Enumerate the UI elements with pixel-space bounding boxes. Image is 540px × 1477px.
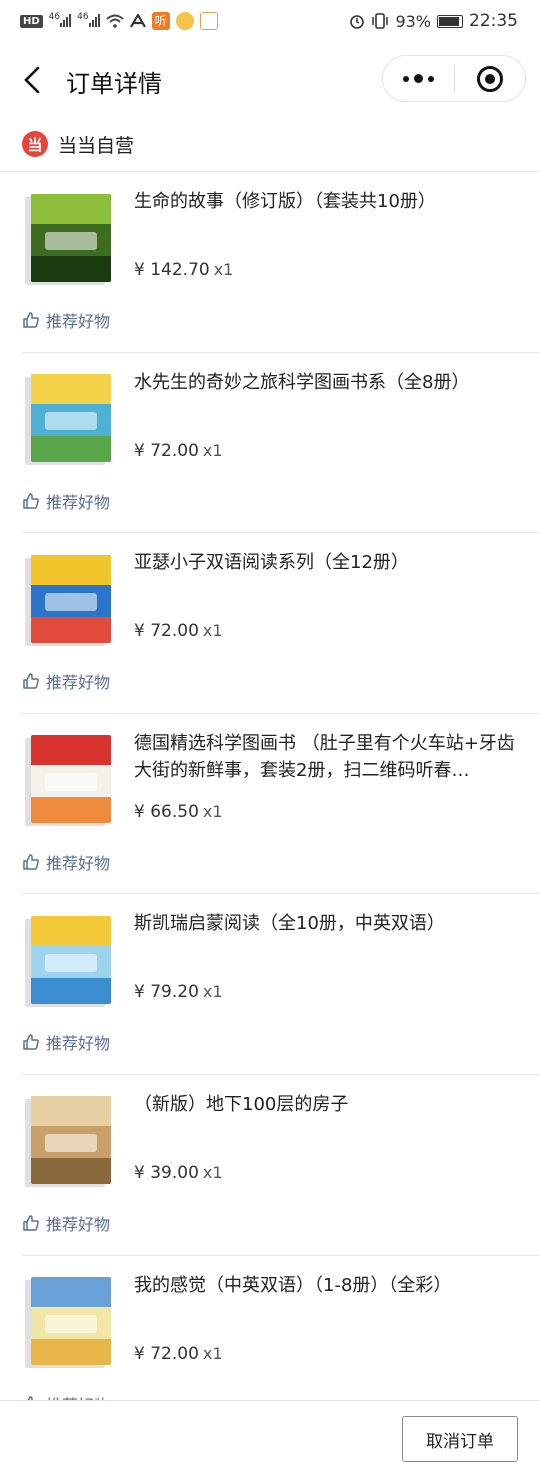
- recommend-button[interactable]: 推荐好物: [22, 669, 110, 693]
- book-cover-image[interactable]: [22, 912, 120, 1007]
- product-list: 生命的故事（修订版）（套装共10册） ¥ 142.70 x1 推荐好物 水先生的奇…: [0, 172, 540, 1400]
- product-quantity: x1: [202, 1162, 223, 1182]
- more-dots-icon: [402, 74, 434, 83]
- shop-name: 当当自营: [58, 134, 135, 157]
- price-row: ¥ 142.70 x1: [134, 260, 233, 280]
- more-button[interactable]: [383, 56, 454, 101]
- alarm-icon: [350, 15, 365, 29]
- recommend-button[interactable]: 推荐好物: [22, 308, 110, 332]
- hd-indicator: HD: [20, 14, 43, 28]
- app-notify-icon: [199, 12, 218, 30]
- status-right: 93% 22:35: [349, 11, 518, 31]
- book-cover-image[interactable]: [22, 371, 120, 466]
- cancel-order-button[interactable]: 取消订单: [402, 1416, 518, 1462]
- product-price: ¥ 142.70: [134, 260, 210, 280]
- price-row: ¥ 66.50 x1: [134, 802, 223, 822]
- product-title[interactable]: 斯凯瑞启蒙阅读（全10册，中英双语）: [134, 910, 524, 937]
- product-title[interactable]: 我的感觉（中英双语）（1-8册）（全彩）: [134, 1272, 524, 1299]
- back-arrow-icon[interactable]: [22, 66, 44, 94]
- nav-bar: 订单详情: [0, 42, 540, 116]
- clock: 22:35: [469, 11, 518, 31]
- product-price: ¥ 72.00: [134, 1343, 199, 1364]
- recommend-label: 推荐好物: [46, 673, 111, 693]
- product-quantity: x1: [202, 1343, 223, 1363]
- book-cover-image[interactable]: [22, 732, 120, 827]
- product-item[interactable]: （新版）地下100层的房子 ¥ 39.00 x1 推荐好物: [22, 1075, 540, 1256]
- app-a-icon: [129, 14, 146, 28]
- page-title: 订单详情: [66, 70, 162, 98]
- price-row: ¥ 39.00 x1: [134, 1163, 223, 1183]
- product-quantity: x1: [202, 801, 223, 821]
- product-price: ¥ 72.00: [134, 621, 199, 642]
- vibrate-icon: [372, 13, 389, 29]
- dangdang-logo-icon: 当: [22, 131, 48, 157]
- app-weather-icon: [175, 12, 194, 30]
- shop-header[interactable]: 当 当当自营: [22, 126, 134, 162]
- product-price: ¥ 72.00: [134, 440, 199, 461]
- recommend-button[interactable]: 推荐好物: [22, 1211, 110, 1235]
- recommend-label: 推荐好物: [46, 1214, 111, 1234]
- price-row: ¥ 79.20 x1: [134, 982, 223, 1002]
- thumbs-up-icon: [23, 1215, 39, 1231]
- product-price: ¥ 39.00: [134, 1162, 199, 1183]
- product-title[interactable]: 生命的故事（修订版）（套装共10册）: [134, 188, 524, 215]
- recommend-label: 推荐好物: [46, 312, 111, 331]
- price-row: ¥ 72.00 x1: [134, 621, 223, 641]
- signal-icon: 46: [49, 12, 72, 31]
- thumbs-up-icon: [23, 1034, 39, 1051]
- recommend-button[interactable]: 推荐好物: [22, 850, 110, 874]
- product-quantity: x1: [202, 440, 223, 460]
- signal-icon: 46: [77, 12, 100, 31]
- battery-percent: 93%: [395, 11, 431, 31]
- product-item[interactable]: 生命的故事（修订版）（套装共10册） ¥ 142.70 x1 推荐好物: [22, 172, 540, 353]
- price-row: ¥ 72.00 x1: [134, 1344, 223, 1364]
- product-item[interactable]: 斯凯瑞启蒙阅读（全10册，中英双语） ¥ 79.20 x1 推荐好物: [22, 894, 540, 1075]
- app-listen-icon: 听: [151, 12, 170, 30]
- product-quantity: x1: [213, 260, 234, 279]
- mini-program-capsule: [382, 55, 526, 102]
- bottom-action-bar: 取消订单: [0, 1400, 540, 1477]
- product-price: ¥ 66.50: [134, 801, 199, 822]
- thumbs-up-icon: [23, 492, 39, 509]
- close-mini-program-button[interactable]: [455, 56, 526, 101]
- product-item[interactable]: 德国精选科学图画书 （肚子里有个火车站+牙齿大街的新鲜事，套装2册，扫二维码听春…: [22, 714, 540, 895]
- product-item[interactable]: 我的感觉（中英双语）（1-8册）（全彩） ¥ 72.00x1 推荐好物: [22, 1256, 540, 1400]
- recommend-button[interactable]: 推荐好物: [22, 1030, 110, 1054]
- status-bar: HD 46 46 听 93% 22:35: [0, 0, 540, 42]
- recommend-label: 推荐好物: [46, 1392, 110, 1400]
- book-cover-image[interactable]: [22, 551, 120, 646]
- product-item[interactable]: 水先生的奇妙之旅科学图画书系（全8册） ¥ 72.00 x1 推荐好物: [22, 353, 540, 534]
- status-left: HD 46 46 听: [20, 12, 218, 31]
- recommend-label: 推荐好物: [46, 1034, 111, 1054]
- product-title[interactable]: （新版）地下100层的房子: [134, 1091, 524, 1118]
- target-icon: [476, 65, 503, 92]
- recommend-label: 推荐好物: [46, 853, 111, 873]
- product-quantity: x1: [202, 621, 223, 641]
- thumbs-up-icon: [23, 673, 39, 689]
- product-title[interactable]: 亚瑟小子双语阅读系列（全12册）: [134, 549, 524, 576]
- book-cover-image[interactable]: [22, 1274, 120, 1369]
- price-row: ¥ 72.00 x1: [134, 441, 223, 461]
- battery-icon: [437, 14, 463, 28]
- product-price: ¥ 79.20: [134, 982, 199, 1003]
- recommend-label: 推荐好物: [46, 492, 111, 512]
- product-title[interactable]: 水先生的奇妙之旅科学图画书系（全8册）: [134, 369, 524, 396]
- thumbs-up-icon: [23, 312, 39, 328]
- recommend-button[interactable]: 推荐好物: [22, 1392, 110, 1400]
- product-item[interactable]: 亚瑟小子双语阅读系列（全12册） ¥ 72.00 x1 推荐好物: [22, 533, 540, 714]
- product-title[interactable]: 德国精选科学图画书 （肚子里有个火车站+牙齿大街的新鲜事，套装2册，扫二维码听春…: [134, 730, 524, 784]
- book-cover-image[interactable]: [22, 190, 120, 285]
- product-quantity: x1: [202, 982, 223, 1002]
- wifi-icon: [105, 14, 124, 28]
- book-cover-image[interactable]: [22, 1093, 120, 1188]
- recommend-button[interactable]: 推荐好物: [22, 489, 110, 513]
- thumbs-up-icon: [23, 854, 39, 870]
